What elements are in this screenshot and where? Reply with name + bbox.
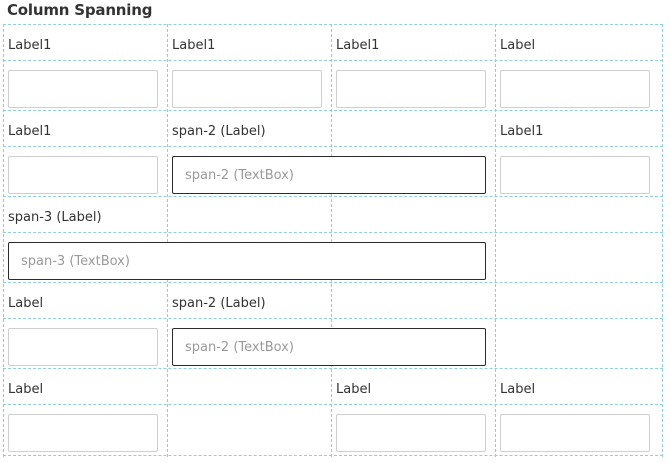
grid-line — [662, 24, 663, 457]
row5-col4-textbox[interactable] — [500, 414, 650, 452]
grid-line — [3, 232, 663, 233]
row4-col1-label: Label — [8, 296, 44, 311]
grid-line — [495, 24, 496, 457]
row3-span3-label: span-3 (Label) — [8, 210, 102, 225]
row1-col2-textbox[interactable] — [172, 70, 322, 108]
row1-col4-textbox[interactable] — [500, 70, 650, 108]
row1-col3-label: Label1 — [336, 38, 380, 53]
row1-col1-label: Label1 — [8, 38, 52, 53]
row2-span2-textbox[interactable] — [172, 156, 486, 194]
page-title: Column Spanning — [7, 1, 153, 19]
row1-col4-label: Label — [500, 38, 536, 53]
row2-col4-textbox[interactable] — [500, 156, 650, 194]
row2-col4-label: Label1 — [500, 124, 544, 139]
row2-span2-label: span-2 (Label) — [172, 124, 266, 139]
grid-line — [3, 24, 663, 25]
row5-col1-textbox[interactable] — [8, 414, 158, 452]
grid-line — [3, 196, 663, 197]
grid-line — [3, 110, 663, 111]
row5-col3-label: Label — [336, 382, 372, 397]
grid-line — [3, 318, 663, 319]
row4-span2-textbox[interactable] — [172, 328, 486, 366]
grid-line — [3, 404, 663, 405]
row1-col1-textbox[interactable] — [8, 70, 158, 108]
grid-line — [167, 24, 168, 457]
grid-line — [3, 455, 663, 456]
grid-line — [3, 282, 663, 283]
grid-line — [3, 60, 663, 61]
grid-line — [3, 368, 663, 369]
row5-col1-label: Label — [8, 382, 44, 397]
row4-col1-textbox[interactable] — [8, 328, 158, 366]
row4-span2-label: span-2 (Label) — [172, 296, 266, 311]
row5-col3-textbox[interactable] — [336, 414, 486, 452]
row2-col1-label: Label1 — [8, 124, 52, 139]
row1-col2-label: Label1 — [172, 38, 216, 53]
row1-col3-textbox[interactable] — [336, 70, 486, 108]
row3-span3-textbox[interactable] — [8, 242, 486, 280]
row2-col1-textbox[interactable] — [8, 156, 158, 194]
grid-line — [331, 24, 332, 457]
grid-line — [3, 24, 4, 457]
grid-line — [3, 146, 663, 147]
row5-col4-label: Label — [500, 382, 536, 397]
